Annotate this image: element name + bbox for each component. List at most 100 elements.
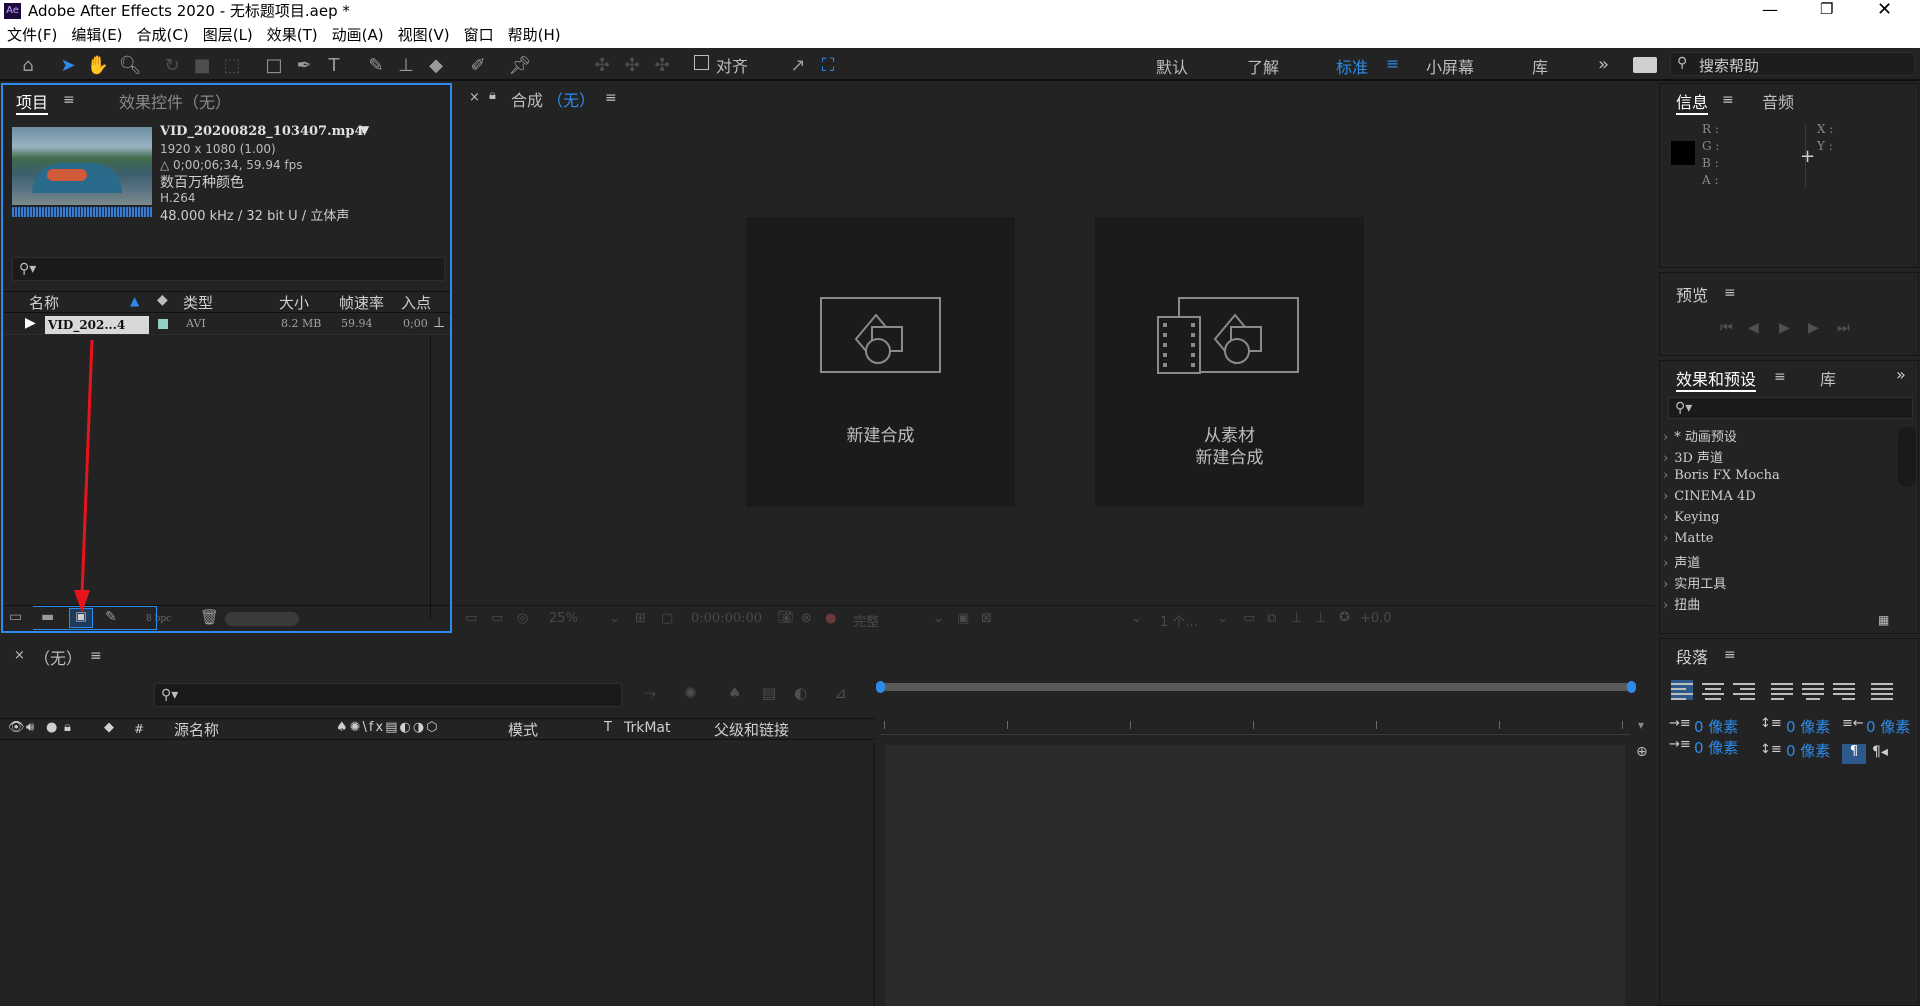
type-tool-icon[interactable]: T — [322, 54, 346, 78]
new-preset-icon[interactable]: ▦ — [1878, 613, 1889, 627]
effects-item-boris-fx-mocha[interactable]: Boris FX Mocha — [1663, 468, 1780, 483]
close-timeline-icon[interactable]: × — [14, 648, 25, 663]
resolution-grid-icon[interactable]: ⊞ — [635, 611, 646, 626]
comp-mini-flowchart-icon[interactable]: ⤳ — [644, 684, 656, 702]
project-search-input[interactable]: ⚲▾ — [12, 257, 445, 281]
zoom-dropdown[interactable]: 25% — [549, 611, 578, 626]
column-name[interactable]: 名称 — [29, 292, 59, 313]
column-trkmat[interactable]: TrkMat — [624, 720, 671, 736]
shy-layers-icon[interactable]: ♠ — [728, 684, 741, 702]
flowchart-icon[interactable]: ⊥ — [433, 315, 445, 331]
zoom-tool-icon[interactable]: 🔍︎ — [118, 54, 142, 78]
home-icon[interactable]: ⌂ — [16, 54, 40, 78]
quality-dropdown[interactable]: 完整 — [853, 611, 879, 630]
more-workspaces-icon[interactable]: » — [1598, 54, 1609, 75]
column-t[interactable]: T — [604, 720, 612, 735]
camera-tool-icon[interactable]: ■ — [190, 54, 214, 78]
delete-trash-icon[interactable]: 🗑︎ — [200, 608, 219, 626]
tab-effect-controls[interactable]: 效果控件（无） — [119, 89, 231, 113]
timeline-panel-menu-icon[interactable]: ≡ — [90, 648, 102, 664]
pen-tool-icon[interactable]: ✒ — [292, 54, 316, 78]
exposure-value[interactable]: +0.0 — [1360, 611, 1392, 626]
effects-search-input[interactable]: ⚲▾ — [1668, 397, 1913, 419]
workspace-learn[interactable]: 了解 — [1247, 54, 1279, 78]
menu-composition[interactable]: 合成(C) — [130, 22, 196, 48]
menu-layer[interactable]: 图层(L) — [196, 22, 260, 48]
close-comp-panel-icon[interactable]: × — [469, 90, 480, 105]
quality-dropdown-arrow[interactable]: ⌄ — [933, 611, 944, 626]
eraser-tool-icon[interactable]: ◆ — [424, 54, 448, 78]
justify-last-left-icon[interactable] — [1771, 680, 1793, 700]
channel-icon[interactable]: ● — [825, 611, 836, 626]
rtl-direction-icon[interactable]: ¶◂ — [1872, 744, 1888, 760]
layer-switches-icons[interactable]: ♠✺\fx▤◐◑⬡ — [336, 720, 440, 735]
paragraph-panel-menu-icon[interactable]: ≡ — [1724, 647, 1736, 663]
vr-icon[interactable]: ▭ — [491, 611, 503, 626]
column-in-point[interactable]: 入点 — [401, 292, 431, 313]
footage-dropdown-icon[interactable]: ▼ — [360, 123, 369, 137]
mask-icon[interactable]: ◎ — [517, 611, 528, 626]
align-checkbox[interactable] — [694, 55, 709, 70]
tab-effects-presets[interactable]: 效果和预设 — [1676, 366, 1757, 392]
axis-view-icon[interactable]: ✣ — [650, 54, 674, 78]
axis-local-icon[interactable]: ✣ — [590, 54, 614, 78]
pan-behind-tool-icon[interactable]: ⬚ — [220, 54, 244, 78]
next-frame-icon[interactable]: ▶ — [1808, 320, 1819, 336]
play-icon[interactable]: ▶ — [1779, 320, 1790, 336]
roto-brush-tool-icon[interactable]: ✐ — [466, 54, 490, 78]
help-search-box[interactable]: ⚲ 搜索帮助 — [1670, 52, 1915, 76]
indent-right-value[interactable]: 0 像素 — [1866, 716, 1910, 737]
workspace-small-screen[interactable]: 小屏幕 — [1426, 54, 1474, 78]
eye-icon[interactable]: 👁︎ — [8, 720, 25, 735]
column-type[interactable]: 类型 — [183, 292, 213, 313]
table-row[interactable]: ▶ VID_202...4 AVI 8.2 MB 59.94 0;00 ⊥ — [3, 315, 450, 335]
effects-panel-menu-icon[interactable]: ≡ — [1774, 369, 1786, 385]
menu-edit[interactable]: 编辑(E) — [64, 22, 129, 48]
workspace-library[interactable]: 库 — [1532, 54, 1548, 78]
menu-window[interactable]: 窗口 — [457, 22, 501, 48]
new-comp-from-footage-card[interactable]: 从素材 新建合成 — [1095, 217, 1364, 507]
navigator-start-handle[interactable] — [876, 681, 885, 693]
views-dropdown[interactable]: 1 个... — [1160, 611, 1198, 630]
ltr-direction-button[interactable]: ¶ — [1842, 744, 1866, 764]
project-scrollbar[interactable] — [225, 612, 299, 626]
preview-panel-menu-icon[interactable]: ≡ — [1724, 285, 1736, 301]
space-before-value[interactable]: 0 像素 — [1786, 716, 1830, 737]
flowchart-view-icon[interactable]: ⊥ — [1315, 611, 1326, 626]
tab-project[interactable]: 项目 — [16, 89, 49, 115]
menu-animation[interactable]: 动画(A) — [325, 22, 391, 48]
column-frame-rate[interactable]: 帧速率 — [339, 292, 384, 313]
audio-icon[interactable]: 🔊︎ — [26, 720, 34, 735]
workspace-standard[interactable]: 标准 — [1336, 54, 1368, 78]
lock-icon[interactable]: 🔒︎ — [489, 88, 496, 103]
frame-blending-icon[interactable]: ▤ — [762, 684, 776, 702]
tab-library[interactable]: 库 — [1820, 366, 1836, 390]
first-line-indent-value[interactable]: 0 像素 — [1694, 737, 1738, 758]
timeline-search-input[interactable]: ⚲▾ — [154, 683, 622, 707]
effects-item-cinema-4d[interactable]: CINEMA 4D — [1663, 489, 1755, 504]
time-navigator[interactable] — [876, 681, 1636, 693]
selection-tool-icon[interactable]: ➤ — [56, 54, 80, 78]
snap-icon[interactable]: ↗ — [786, 54, 810, 78]
roi-toggle-icon[interactable]: ▣ — [957, 611, 969, 626]
camera-dropdown-arrow[interactable]: ⌄ — [1131, 611, 1142, 626]
snapshot-camera-icon[interactable]: 📷︎ — [777, 610, 794, 625]
comp-panel-menu-icon[interactable]: ≡ — [605, 90, 617, 106]
previous-frame-icon[interactable]: ◀ — [1748, 320, 1759, 336]
close-window-button[interactable]: ✕ — [1877, 0, 1892, 20]
solo-icon[interactable]: ● — [46, 720, 57, 735]
effects-item-matte[interactable]: Matte — [1663, 531, 1713, 546]
effects-item-distort[interactable]: 扭曲 — [1663, 594, 1700, 613]
comp-timecode[interactable]: 0:00:00:00 — [691, 611, 762, 626]
roi-icon[interactable]: ▢ — [661, 611, 673, 626]
navigator-end-handle[interactable] — [1627, 681, 1636, 693]
new-composition-card[interactable]: 新建合成 — [746, 217, 1015, 507]
restore-button[interactable]: ❐ — [1820, 0, 1833, 18]
label-column-icon[interactable]: ◆ — [104, 720, 114, 735]
column-parent-link[interactable]: 父级和链接 — [714, 719, 789, 740]
lock-column-icon[interactable]: 🔒︎ — [64, 720, 71, 735]
graph-editor-icon[interactable]: ⊿ — [834, 684, 847, 702]
more-panels-icon[interactable]: » — [1896, 365, 1906, 384]
justify-all-icon[interactable] — [1871, 680, 1893, 700]
motion-blur-icon[interactable]: ◐ — [794, 684, 807, 702]
